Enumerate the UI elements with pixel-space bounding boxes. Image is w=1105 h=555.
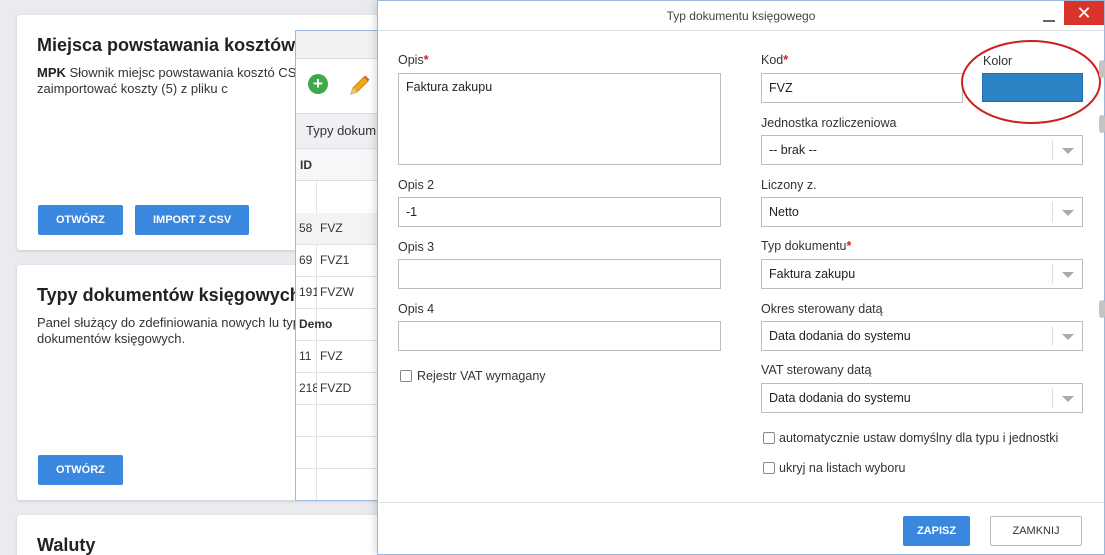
table-row[interactable]: 11 FVZ xyxy=(296,341,384,373)
opis3-input[interactable] xyxy=(398,259,721,289)
table-row[interactable]: 58 FVZ xyxy=(296,213,384,245)
row-id: 191 xyxy=(299,285,317,299)
opis2-label: Opis 2 xyxy=(398,178,435,192)
add-icon[interactable]: + xyxy=(308,74,328,94)
panel-header-strip xyxy=(296,31,384,59)
page-scrollbar[interactable] xyxy=(1097,60,1105,360)
opis4-input[interactable] xyxy=(398,321,721,351)
table-row[interactable] xyxy=(296,405,384,437)
table-row[interactable]: 69 FVZ1 xyxy=(296,245,384,277)
pencil-icon[interactable] xyxy=(346,73,372,99)
hide-lists-checkbox[interactable] xyxy=(763,462,775,474)
auto-default-label: automatycznie ustaw domyślny dla typu i … xyxy=(779,431,1059,445)
opis-label: Opis* xyxy=(398,53,429,67)
desc-text: Słownik miejsc powstawania kosztó CSV ab… xyxy=(37,65,330,96)
opis3-label: Opis 3 xyxy=(398,240,435,254)
jednostka-label: Jednostka rozliczeniowa xyxy=(761,116,897,130)
chevron-down-icon[interactable] xyxy=(1052,388,1082,408)
card-title: Typy dokumentów księgowych xyxy=(37,285,301,305)
group-label: Demo xyxy=(299,317,333,331)
table-row[interactable]: 191 FVZW xyxy=(296,277,384,309)
typ-dokumentu-value: Faktura zakupu xyxy=(769,267,856,281)
typ-dokumentu-select[interactable]: Faktura zakupu xyxy=(761,259,1083,289)
typ-dokumentu-label-text: Typ dokumentu xyxy=(761,239,847,253)
scroll-thumb[interactable] xyxy=(1099,60,1105,78)
row-id: 69 xyxy=(299,253,313,267)
scroll-thumb[interactable] xyxy=(1099,300,1105,318)
grid-title: Typy dokum xyxy=(296,113,384,149)
table-row[interactable] xyxy=(296,469,384,500)
rejestr-vat-label: Rejestr VAT wymagany xyxy=(417,369,546,383)
okres-value: Data dodania do systemu xyxy=(769,329,911,343)
opis2-input[interactable]: -1 xyxy=(398,197,721,227)
annotation-circle xyxy=(961,40,1101,124)
jednostka-select[interactable]: -- brak -- xyxy=(761,135,1083,165)
liczony-select[interactable]: Netto xyxy=(761,197,1083,227)
opis-textarea[interactable]: Faktura zakupu xyxy=(398,73,721,165)
liczony-value: Netto xyxy=(769,205,799,219)
column-header-id[interactable]: ID xyxy=(296,149,384,181)
minimize-icon[interactable] xyxy=(1040,7,1058,25)
save-button[interactable]: ZAPISZ xyxy=(903,516,970,546)
chevron-down-icon[interactable] xyxy=(1052,264,1082,284)
kod-label: Kod* xyxy=(761,53,788,67)
jednostka-value: -- brak -- xyxy=(769,143,817,157)
row-id: 218 xyxy=(299,381,317,395)
required-marker: * xyxy=(423,53,429,67)
open-button[interactable]: OTWÓRZ xyxy=(38,205,123,235)
vat-data-label: VAT sterowany datą xyxy=(761,363,872,377)
row-id: 58 xyxy=(299,221,313,235)
opis4-label: Opis 4 xyxy=(398,302,435,316)
row-code: FVZ xyxy=(320,349,343,363)
row-code: FVZW xyxy=(320,285,354,299)
import-csv-button[interactable]: IMPORT Z CSV xyxy=(135,205,250,235)
kod-input[interactable]: FVZ xyxy=(761,73,963,103)
table-row[interactable] xyxy=(296,437,384,469)
vat-data-select[interactable]: Data dodania do systemu xyxy=(761,383,1083,413)
row-code: FVZ xyxy=(320,221,343,235)
hide-lists-label: ukryj na listach wyboru xyxy=(779,461,906,475)
kod-label-text: Kod xyxy=(761,53,784,67)
opis-label-text: Opis xyxy=(398,53,424,67)
okres-select[interactable]: Data dodania do systemu xyxy=(761,321,1083,351)
card-title: Miejsca powstawania kosztów xyxy=(37,35,296,55)
document-types-list-panel: + Typy dokum ID 58 FVZ 69 FVZ1 191 FVZW … xyxy=(295,30,385,501)
liczony-label: Liczony z. xyxy=(761,178,817,192)
rejestr-vat-checkbox[interactable] xyxy=(400,370,412,382)
row-id: 11 xyxy=(299,349,312,363)
dialog-title: Typ dokumentu księgowego xyxy=(378,1,1104,31)
chevron-down-icon[interactable] xyxy=(1052,140,1082,160)
row-code: FVZ1 xyxy=(320,253,350,267)
chevron-down-icon[interactable] xyxy=(1052,326,1082,346)
document-type-dialog: Typ dokumentu księgowego ✕ Opis* Faktura… xyxy=(377,0,1105,555)
okres-label: Okres sterowany datą xyxy=(761,302,883,316)
dialog-footer: ZAPISZ ZAMKNIJ xyxy=(378,502,1104,554)
auto-default-checkbox[interactable] xyxy=(763,432,775,444)
close-button[interactable]: ZAMKNIJ xyxy=(990,516,1082,546)
card-title: Waluty xyxy=(37,535,96,555)
vat-data-value: Data dodania do systemu xyxy=(769,391,911,405)
typ-dokumentu-label: Typ dokumentu* xyxy=(761,239,851,253)
chevron-down-icon[interactable] xyxy=(1052,202,1082,222)
group-row[interactable]: Demo xyxy=(296,309,384,341)
scroll-thumb[interactable] xyxy=(1099,115,1105,133)
row-code: FVZD xyxy=(320,381,352,395)
required-marker: * xyxy=(783,53,789,67)
table-row[interactable]: 218 FVZD xyxy=(296,373,384,405)
open-button[interactable]: OTWÓRZ xyxy=(38,455,123,485)
required-marker: * xyxy=(846,239,852,253)
desc-bold: MPK xyxy=(37,65,66,80)
card-waluty: Waluty xyxy=(17,515,387,555)
close-icon[interactable]: ✕ xyxy=(1064,1,1104,25)
